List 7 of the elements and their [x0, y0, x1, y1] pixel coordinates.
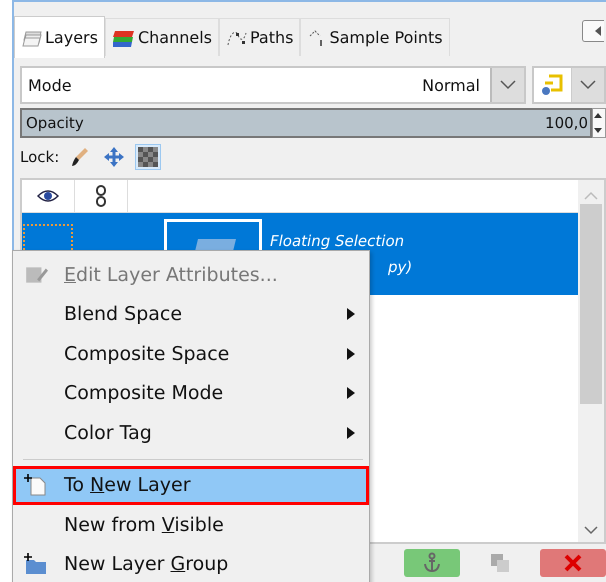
layer-name: Floating Selection [270, 232, 406, 250]
lock-label: Lock: [20, 148, 60, 166]
layer-name: py) [387, 258, 412, 276]
opacity-value: 100,0 [545, 114, 588, 132]
mode-value: Normal [422, 76, 481, 94]
opacity-label: Opacity [26, 114, 84, 132]
mode-label: Mode [28, 76, 73, 94]
